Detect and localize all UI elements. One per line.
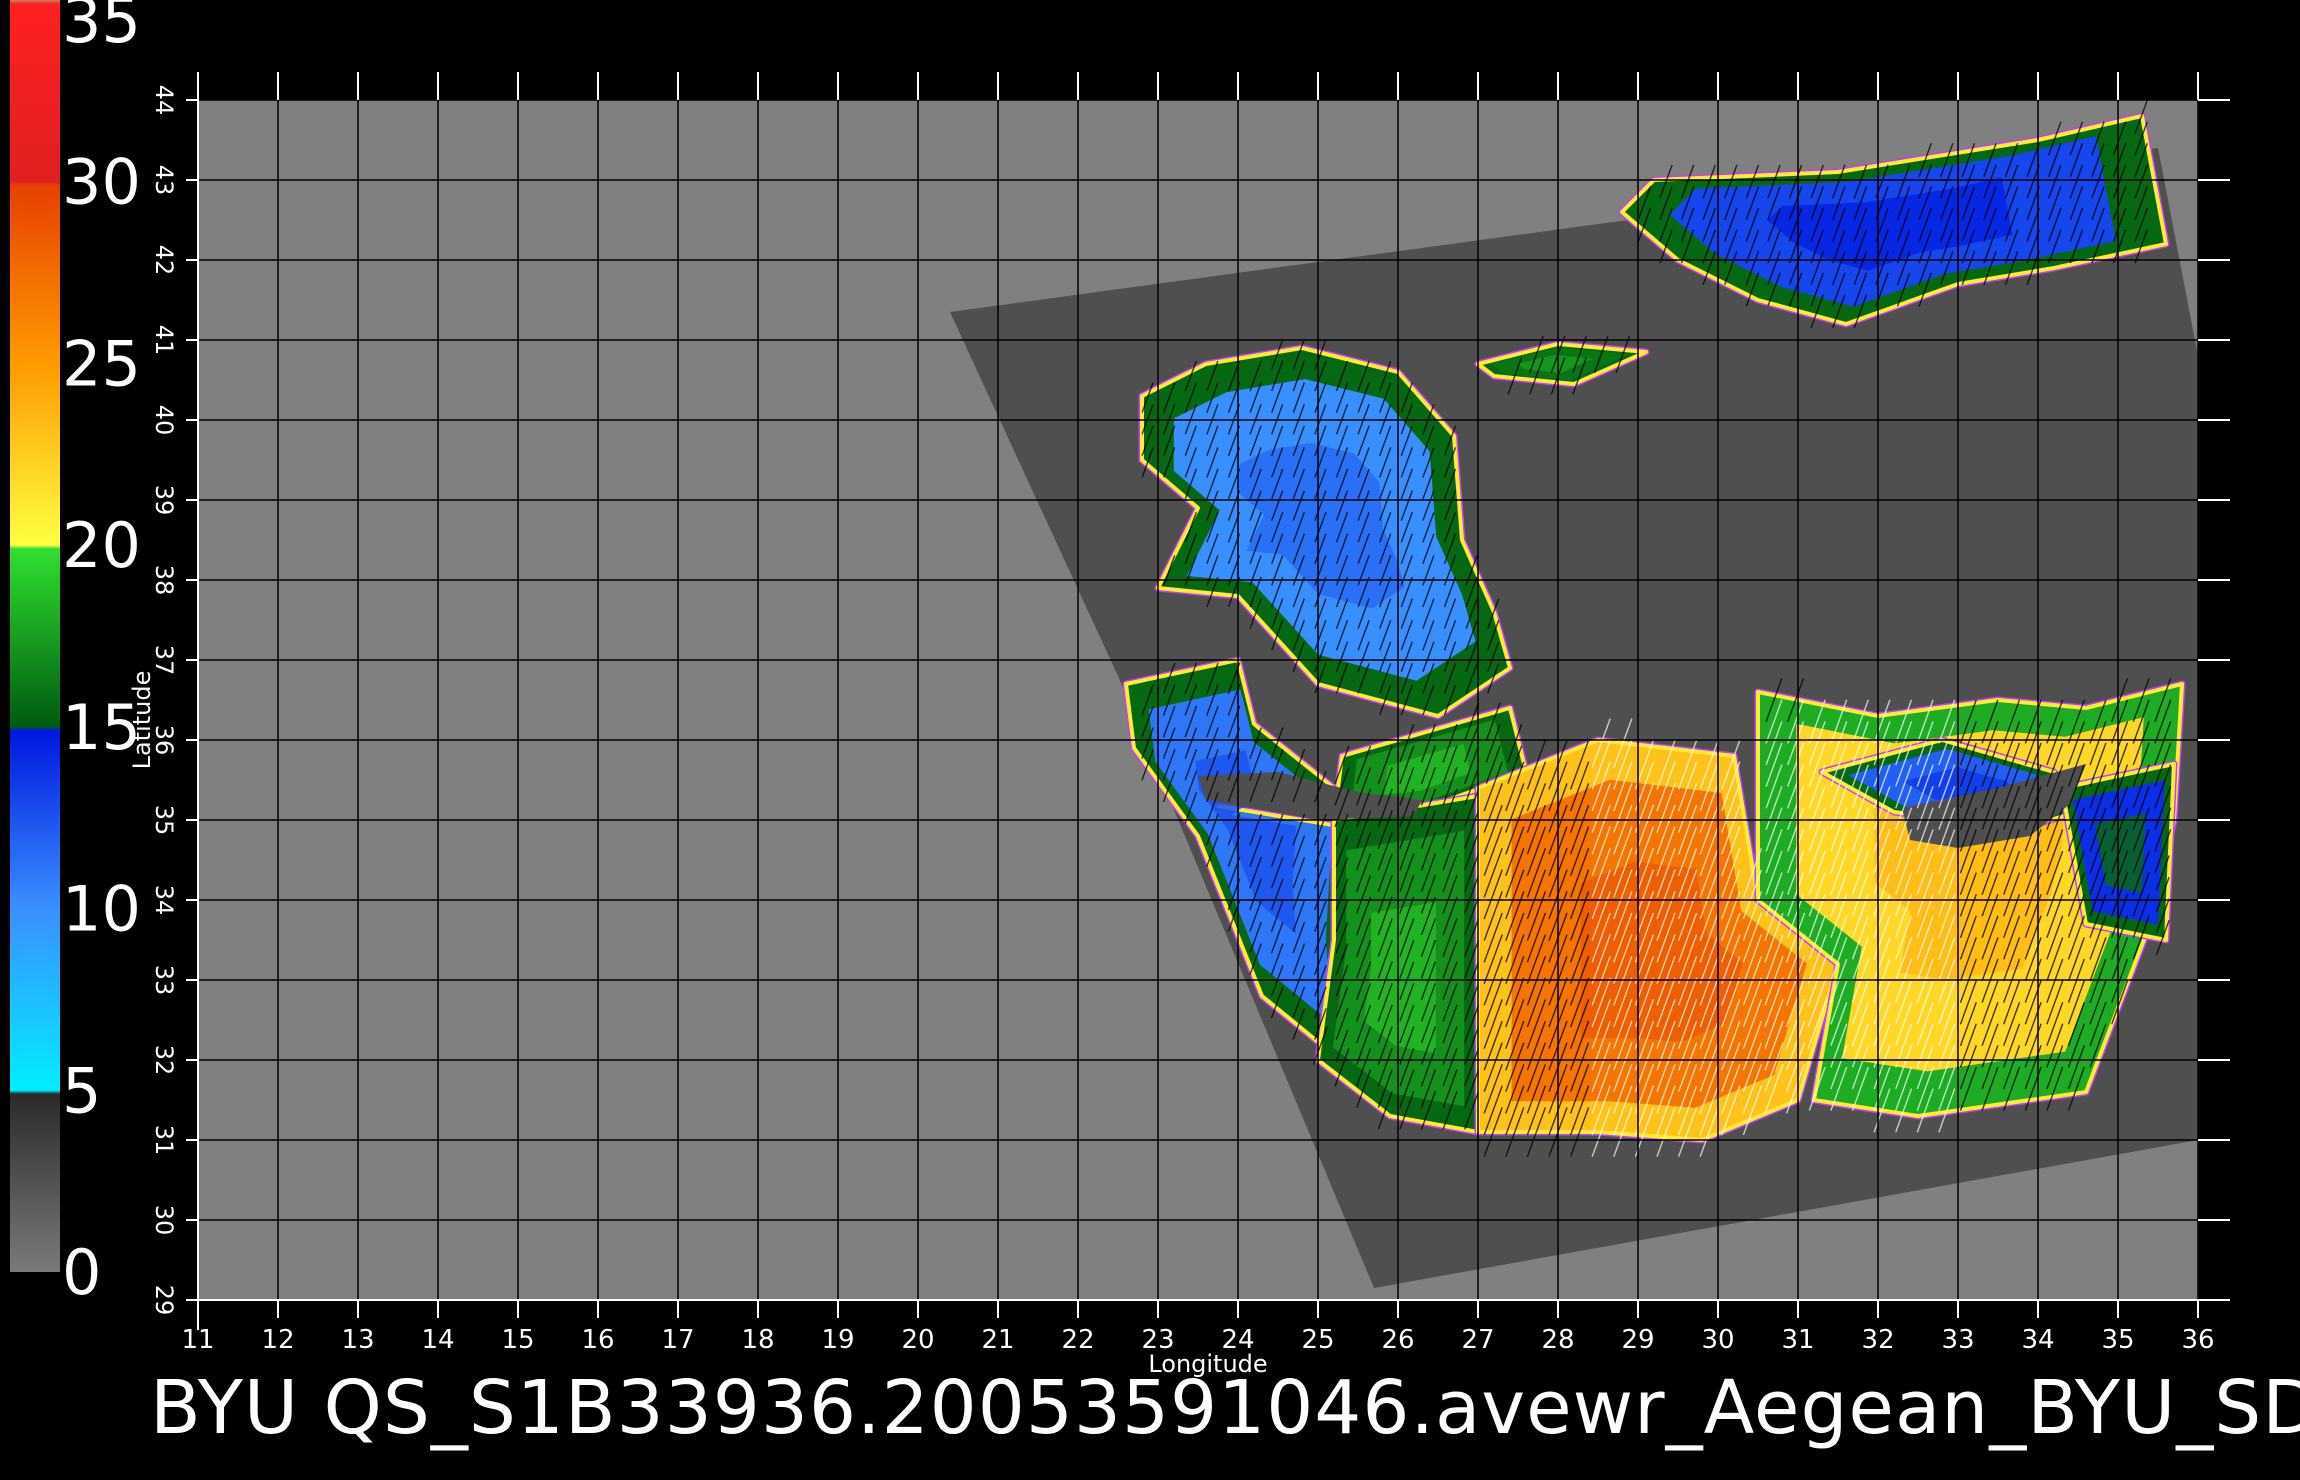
- x-tick-label: 21: [981, 1325, 1014, 1355]
- y-tick-label: 43: [150, 165, 178, 196]
- x-tick-label: 28: [1541, 1325, 1574, 1355]
- colorbar-tick-label: 0: [62, 1236, 101, 1309]
- x-tick-label: 13: [341, 1325, 374, 1355]
- y-tick-label: 30: [150, 1205, 178, 1236]
- x-tick-label: 18: [741, 1325, 774, 1355]
- x-tick-label: 12: [261, 1325, 294, 1355]
- colorbar-tick-label: 30: [62, 146, 141, 219]
- y-tick-label: 38: [150, 565, 178, 596]
- colorbar-gradient: [10, 0, 60, 1272]
- colorbar-tick-label: 15: [62, 691, 141, 764]
- colorbar-tick-label: 5: [62, 1054, 101, 1127]
- x-tick-label: 27: [1461, 1325, 1494, 1355]
- colorbar: 0 5 10 15 20 25 30 35: [10, 0, 141, 1309]
- y-tick-label: 42: [150, 245, 178, 276]
- x-tick-label: 32: [1861, 1325, 1894, 1355]
- x-tick-label: 14: [421, 1325, 454, 1355]
- x-tick-label: 30: [1701, 1325, 1734, 1355]
- colorbar-tick-label: 25: [62, 327, 141, 400]
- x-tick-label: 11: [181, 1325, 214, 1355]
- x-tick-label: 36: [2181, 1325, 2214, 1355]
- y-tick-label: 31: [150, 1125, 178, 1156]
- x-tick-label: 31: [1781, 1325, 1814, 1355]
- x-tick-label: 19: [821, 1325, 854, 1355]
- y-tick-label: 41: [150, 325, 178, 356]
- y-tick-label: 39: [150, 485, 178, 516]
- x-tick-label: 16: [581, 1325, 614, 1355]
- y-tick-label: 32: [150, 1045, 178, 1076]
- colorbar-tick-label: 10: [62, 873, 141, 946]
- y-tick-label: 29: [150, 1285, 178, 1316]
- image-title: BYU QS_S1B33936.20053591046.avewr_Aegean…: [150, 1365, 2300, 1451]
- y-tick-label: 35: [150, 805, 178, 836]
- x-tick-label: 34: [2021, 1325, 2054, 1355]
- y-tick-label: 33: [150, 965, 178, 996]
- x-tick-label: 26: [1381, 1325, 1414, 1355]
- y-tick-label: 44: [150, 85, 178, 116]
- x-tick-label: 29: [1621, 1325, 1654, 1355]
- colorbar-tick-label: 20: [62, 509, 141, 582]
- colorbar-tick-label: 35: [62, 0, 141, 57]
- x-tick-label: 15: [501, 1325, 534, 1355]
- x-tick-label: 20: [901, 1325, 934, 1355]
- x-tick-label: 25: [1301, 1325, 1334, 1355]
- x-tick-label: 35: [2101, 1325, 2134, 1355]
- wind-speed-map: 11 12 13 14 15 16 17 18 19 20 21 22 23 24 25 26 27 28 29 30…: [10, 0, 2230, 1378]
- x-tick-label: 17: [661, 1325, 694, 1355]
- x-tick-label: 33: [1941, 1325, 1974, 1355]
- chart-root: 11 12 13 14 15 16 17 18 19 20 21 22 23 24 25 26 27 28 29 30…: [0, 0, 2300, 1480]
- x-tick-label: 22: [1061, 1325, 1094, 1355]
- y-tick-label: 40: [150, 405, 178, 436]
- y-tick-label: 34: [150, 885, 178, 916]
